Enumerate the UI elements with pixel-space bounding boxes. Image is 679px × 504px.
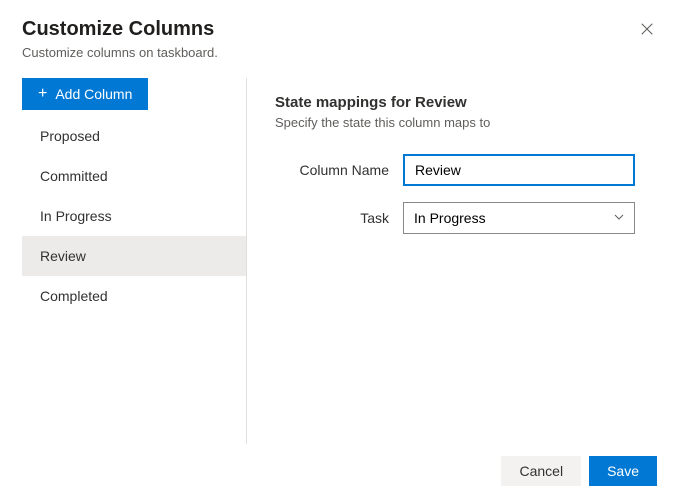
dialog-title: Customize Columns	[22, 18, 657, 41]
section-description: Specify the state this column maps to	[275, 115, 657, 130]
add-column-label: Add Column	[55, 86, 132, 102]
column-name-row: Column Name	[275, 154, 657, 186]
sidebar-item-committed[interactable]: Committed	[22, 156, 246, 196]
dialog-subtitle: Customize columns on taskboard.	[22, 45, 657, 60]
sidebar-item-review[interactable]: Review	[22, 236, 246, 276]
plus-icon: +	[38, 86, 47, 102]
task-row: Task In Progress	[275, 202, 657, 234]
column-list: Proposed Committed In Progress Review Co…	[22, 116, 246, 316]
section-title: State mappings for Review	[275, 94, 657, 111]
sidebar-item-completed[interactable]: Completed	[22, 276, 246, 316]
main-panel: State mappings for Review Specify the st…	[247, 78, 657, 444]
save-button[interactable]: Save	[589, 456, 657, 486]
dialog-header: Customize Columns Customize columns on t…	[22, 18, 657, 60]
column-name-input[interactable]	[403, 154, 635, 186]
dialog-footer: Cancel Save	[22, 444, 657, 486]
column-name-label: Column Name	[275, 162, 403, 178]
sidebar-item-in-progress[interactable]: In Progress	[22, 196, 246, 236]
task-select[interactable]: In Progress	[403, 202, 635, 234]
task-label: Task	[275, 210, 403, 226]
close-button[interactable]	[633, 16, 661, 44]
sidebar: + Add Column Proposed Committed In Progr…	[22, 78, 247, 444]
close-icon	[640, 22, 654, 39]
cancel-button[interactable]: Cancel	[501, 456, 581, 486]
sidebar-item-proposed[interactable]: Proposed	[22, 116, 246, 156]
task-select-wrapper: In Progress	[403, 202, 635, 234]
add-column-button[interactable]: + Add Column	[22, 78, 148, 110]
